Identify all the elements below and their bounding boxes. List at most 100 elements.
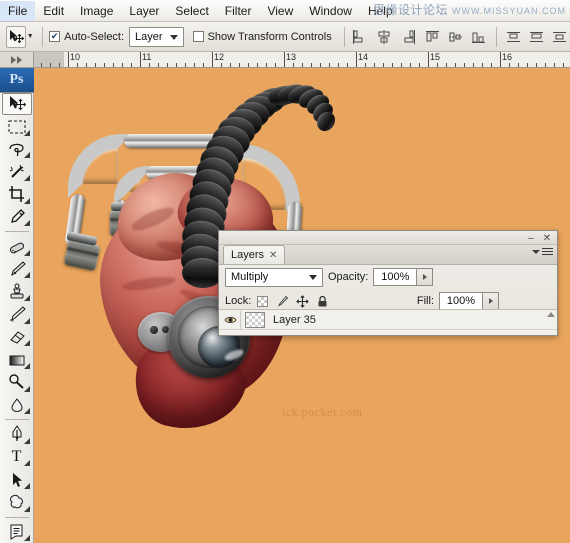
blend-mode-value: Multiply <box>231 271 269 283</box>
custom-shape-tool-button[interactable] <box>2 491 32 514</box>
history-brush-tool-button[interactable] <box>2 303 32 326</box>
ruler-minor-tick <box>563 63 564 67</box>
notes-tool-button[interactable] <box>2 520 32 543</box>
ruler-minor-tick <box>239 63 240 67</box>
lasso-tool-button[interactable] <box>2 138 32 161</box>
distribute-top-edges-icon[interactable] <box>504 27 524 47</box>
tool-more-triangle-icon <box>23 152 30 159</box>
ruler-minor-tick <box>77 63 78 67</box>
tool-divider-3 <box>4 516 29 518</box>
dodge-tool-button[interactable] <box>2 371 32 394</box>
menu-item-image[interactable]: Image <box>72 1 121 21</box>
blur-tool-button[interactable] <box>2 394 32 417</box>
layers-panel[interactable]: – ✕ Layers ✕ Multiply Opacity: 100% Lock… <box>218 230 558 336</box>
ruler-minor-tick <box>104 63 105 67</box>
layer-thumbnail[interactable] <box>245 311 269 329</box>
ruler-minor-tick <box>95 63 96 67</box>
ruler-minor-tick <box>437 63 438 67</box>
menu-item-select[interactable]: Select <box>167 1 216 21</box>
auto-select-checkbox[interactable]: ✔ <box>49 31 61 42</box>
layer-list[interactable]: Layer 35 <box>219 309 557 335</box>
lock-buttons-group <box>256 294 329 308</box>
move-tool-button[interactable] <box>1 92 32 116</box>
eyedropper-tool-button[interactable] <box>2 206 32 229</box>
watermark-chinese: 思缘设计论坛 <box>372 3 448 17</box>
opacity-slider-button[interactable] <box>417 268 434 286</box>
path-selection-tool-button[interactable] <box>2 468 32 491</box>
pen-tool-button[interactable] <box>2 423 32 446</box>
panel-tab-strip: Layers ✕ <box>219 245 557 265</box>
menu-item-edit[interactable]: Edit <box>35 1 72 21</box>
panel-menu-button[interactable] <box>532 248 553 255</box>
panel-minimize-button[interactable]: – <box>525 232 537 244</box>
ruler-minor-tick <box>266 63 267 67</box>
opacity-input[interactable]: 100% <box>373 268 418 286</box>
horizontal-ruler[interactable]: 1011121314151617 <box>34 52 570 68</box>
menu-item-filter[interactable]: Filter <box>217 1 260 21</box>
ruler-minor-tick <box>491 63 492 67</box>
ruler-label: 14 <box>358 52 369 62</box>
panel-title-bar[interactable]: – ✕ <box>219 231 557 245</box>
panel-close-button[interactable]: ✕ <box>541 232 553 244</box>
align-vertical-centers-icon[interactable] <box>446 27 466 47</box>
align-bottom-edges-icon[interactable] <box>469 27 489 47</box>
ruler-origin-corner[interactable] <box>0 52 34 68</box>
menu-item-file[interactable]: File <box>0 0 36 21</box>
ruler-minor-tick <box>482 63 483 67</box>
tool-more-triangle-icon <box>23 460 30 467</box>
magic-wand-tool-button[interactable] <box>2 160 32 183</box>
fill-input[interactable]: 100% <box>439 292 483 310</box>
scroll-right-icon <box>10 55 22 64</box>
ruler-minor-tick <box>320 63 321 67</box>
table-row[interactable]: Layer 35 <box>219 310 557 330</box>
ruler-minor-tick <box>419 63 420 67</box>
tab-close-icon[interactable]: ✕ <box>269 250 277 261</box>
ruler-minor-tick <box>113 63 114 67</box>
menu-item-view[interactable]: View <box>259 1 301 21</box>
lock-transparent-pixels-icon[interactable] <box>256 295 269 308</box>
ruler-minor-tick <box>122 63 123 67</box>
rectangular-marquee-tool-button[interactable] <box>2 115 32 138</box>
lock-position-icon[interactable] <box>296 294 310 308</box>
menu-item-window[interactable]: Window <box>301 1 360 21</box>
tab-layers[interactable]: Layers ✕ <box>223 245 286 264</box>
eye-icon <box>224 316 237 323</box>
layer-name-label[interactable]: Layer 35 <box>273 314 316 326</box>
ruler-minor-tick <box>401 63 402 67</box>
ruler-minor-tick <box>338 63 339 67</box>
distribute-bottom-edges-icon[interactable] <box>550 27 570 47</box>
fill-slider-button[interactable] <box>483 292 499 310</box>
blend-mode-dropdown[interactable]: Multiply <box>225 267 323 287</box>
distribute-vertical-centers-icon[interactable] <box>527 27 547 47</box>
align-horizontal-centers-icon[interactable] <box>374 27 394 47</box>
show-transform-checkbox[interactable] <box>192 31 204 42</box>
align-left-edges-icon[interactable] <box>351 27 371 47</box>
clone-stamp-tool-button[interactable] <box>2 280 32 303</box>
eraser-tool-button[interactable] <box>2 326 32 349</box>
distribute-group <box>504 27 570 47</box>
type-tool-button[interactable]: T <box>2 446 32 469</box>
layer-list-scroll-up[interactable] <box>547 312 555 317</box>
ruler-minor-tick <box>527 63 528 67</box>
options-separator-2 <box>343 26 345 47</box>
ruler-label: 11 <box>142 52 152 62</box>
crop-tool-button[interactable] <box>2 183 32 206</box>
lock-image-pixels-icon[interactable] <box>276 295 289 308</box>
ruler-minor-tick <box>536 63 537 67</box>
brush-tool-button[interactable] <box>2 258 32 281</box>
move-tool-icon[interactable] <box>6 25 26 48</box>
blend-mode-row: Multiply Opacity: 100% <box>219 265 557 289</box>
tool-preset-chevron-icon[interactable]: ▼ <box>26 26 35 48</box>
align-right-edges-icon[interactable] <box>397 27 417 47</box>
gradient-tool-button[interactable] <box>2 348 32 371</box>
ruler-minor-tick <box>203 63 204 67</box>
menu-item-layer[interactable]: Layer <box>121 1 167 21</box>
tool-more-triangle-icon <box>23 295 30 302</box>
healing-brush-tool-button[interactable] <box>2 235 32 258</box>
lock-all-icon[interactable] <box>316 295 329 308</box>
layer-visibility-toggle[interactable] <box>221 310 241 329</box>
auto-select-target-dropdown[interactable]: Layer <box>129 26 185 47</box>
align-top-edges-icon[interactable] <box>423 27 443 47</box>
ruler-minor-tick <box>509 63 510 67</box>
ruler-minor-tick <box>464 63 465 67</box>
